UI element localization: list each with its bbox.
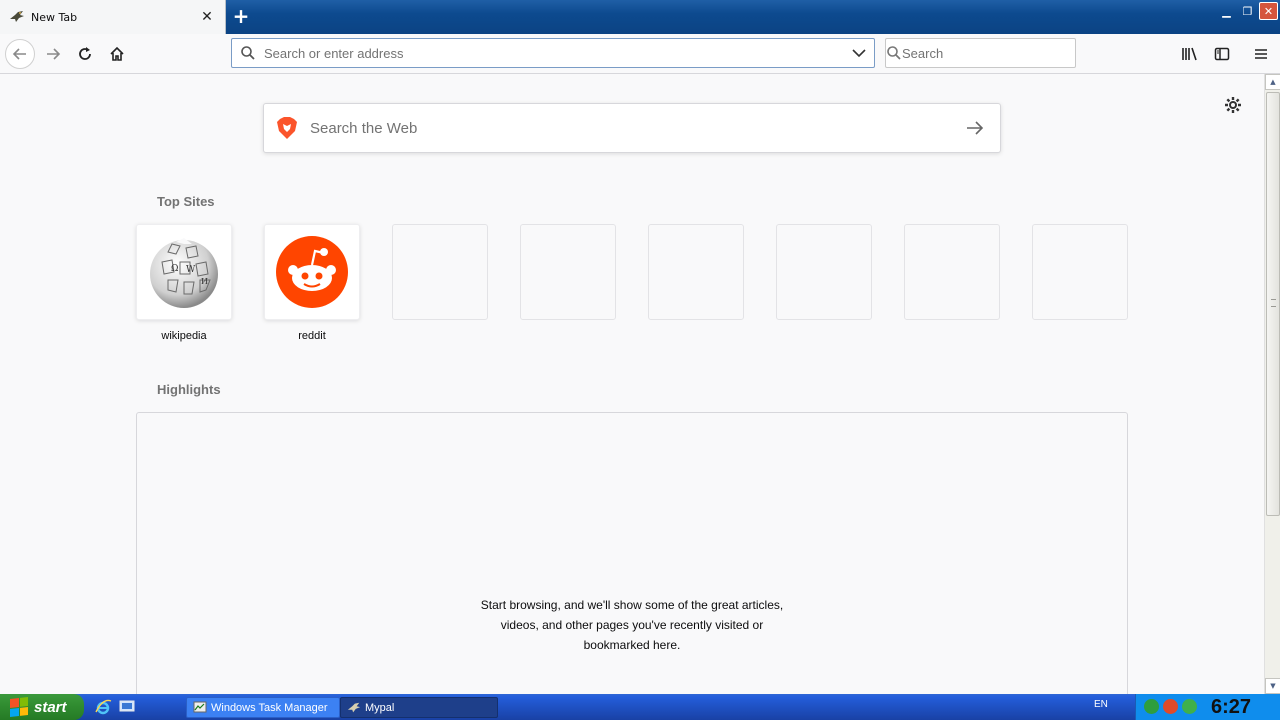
empty-tile-placeholder — [776, 224, 872, 320]
top-sites-heading: Top Sites — [157, 194, 215, 209]
highlights-empty-message: Start browsing, and we'll show some of t… — [480, 598, 784, 652]
top-site-tile[interactable] — [264, 224, 360, 320]
scroll-up-button[interactable]: ▲ — [1265, 74, 1280, 90]
search-icon — [232, 39, 264, 67]
highlights-heading: Highlights — [157, 382, 221, 397]
restore-icon[interactable]: ❐ — [1238, 2, 1257, 20]
back-button[interactable] — [5, 39, 35, 69]
search-icon — [886, 39, 902, 67]
network-icon[interactable] — [1144, 699, 1159, 714]
forward-button[interactable] — [38, 39, 68, 69]
highlights-panel: Start browsing, and we'll show some of t… — [136, 412, 1128, 694]
task-manager-icon — [193, 701, 207, 712]
top-site-empty — [648, 224, 744, 320]
top-site-empty — [520, 224, 616, 320]
windows-taskbar: start Windows Task Manager Mypal EN 6:27 — [0, 694, 1280, 720]
vertical-scrollbar[interactable]: ▲ ▼ — [1264, 74, 1280, 694]
svg-text:Ω: Ω — [171, 264, 178, 274]
close-icon[interactable]: ✕ — [1259, 2, 1278, 20]
arrow-right-icon[interactable] — [950, 104, 1000, 152]
antivirus-icon[interactable] — [1163, 699, 1178, 714]
forward-arrow-icon — [47, 48, 61, 60]
web-search-input[interactable] — [310, 104, 950, 152]
empty-tile-placeholder — [392, 224, 488, 320]
empty-tile-placeholder — [1032, 224, 1128, 320]
update-icon[interactable] — [1182, 699, 1197, 714]
top-sites-grid: Ω W И wikipedia reddit — [136, 224, 1136, 344]
address-bar[interactable] — [231, 38, 875, 68]
tab-new-tab[interactable]: New Tab ✕ — [0, 0, 226, 34]
menu-icon — [1255, 49, 1267, 59]
top-site-empty — [1032, 224, 1128, 320]
home-icon — [110, 46, 124, 61]
empty-tile-placeholder — [648, 224, 744, 320]
start-label: start — [34, 698, 67, 716]
new-tab-button[interactable]: + — [228, 3, 254, 29]
show-desktop-icon[interactable] — [118, 698, 136, 716]
task-windows-task-manager[interactable]: Windows Task Manager — [186, 697, 340, 718]
minimize-icon[interactable]: ▁ — [1217, 2, 1236, 20]
wikipedia-globe-icon: Ω W И — [150, 238, 218, 308]
tab-title: New Tab — [31, 10, 78, 24]
internet-explorer-icon[interactable] — [94, 698, 112, 716]
windows-logo-icon — [10, 697, 28, 717]
new-tab-page: Top Sites Ω W И wikipedia — [0, 74, 1264, 694]
close-tab-icon[interactable]: ✕ — [195, 5, 219, 29]
top-site-empty — [392, 224, 488, 320]
scrollbar-thumb[interactable] — [1266, 92, 1280, 516]
top-site-wikipedia[interactable]: Ω W И wikipedia — [136, 224, 232, 342]
menu-button[interactable] — [1248, 41, 1274, 67]
library-button[interactable] — [1177, 41, 1203, 67]
task-label: Windows Task Manager — [211, 701, 328, 714]
svg-text:W: W — [186, 265, 196, 275]
empty-tile-placeholder — [520, 224, 616, 320]
brave-lion-icon — [264, 104, 310, 152]
home-button[interactable] — [102, 39, 132, 69]
top-site-reddit[interactable]: reddit — [264, 224, 360, 342]
reload-icon — [79, 47, 91, 60]
task-label: Mypal — [365, 701, 395, 714]
search-input[interactable] — [902, 39, 1078, 67]
tab-strip: New Tab ✕ + ▁ ❐ ✕ — [0, 0, 1280, 34]
clock: 6:27 — [1211, 696, 1252, 718]
top-site-empty — [776, 224, 872, 320]
task-mypal[interactable]: Mypal — [340, 697, 498, 718]
top-site-label: reddit — [298, 330, 326, 342]
system-tray: 6:27 — [1135, 694, 1280, 720]
top-site-label: wikipedia — [161, 330, 207, 342]
chevron-down-icon[interactable] — [844, 39, 874, 67]
library-icon — [1182, 47, 1197, 61]
gear-icon[interactable] — [1222, 94, 1244, 116]
top-site-empty — [904, 224, 1000, 320]
back-arrow-icon — [12, 48, 26, 60]
reddit-alien-icon — [276, 236, 348, 308]
address-input[interactable] — [264, 39, 844, 67]
svg-text:И: И — [201, 277, 208, 286]
mypal-bird-icon — [347, 702, 361, 712]
scroll-down-button[interactable]: ▼ — [1265, 678, 1280, 694]
web-search-box[interactable] — [263, 103, 1001, 153]
navigation-toolbar — [0, 34, 1280, 74]
search-bar[interactable] — [885, 38, 1078, 68]
sidebar-icon — [1214, 47, 1230, 61]
top-site-tile[interactable]: Ω W И — [136, 224, 232, 320]
grip-icon — [1271, 299, 1276, 307]
start-button[interactable]: start — [0, 694, 84, 720]
reload-button[interactable] — [70, 39, 100, 69]
language-indicator[interactable]: EN — [1094, 699, 1108, 710]
mypal-bird-icon — [9, 9, 25, 25]
empty-tile-placeholder — [904, 224, 1000, 320]
sidebar-button[interactable] — [1209, 41, 1235, 67]
